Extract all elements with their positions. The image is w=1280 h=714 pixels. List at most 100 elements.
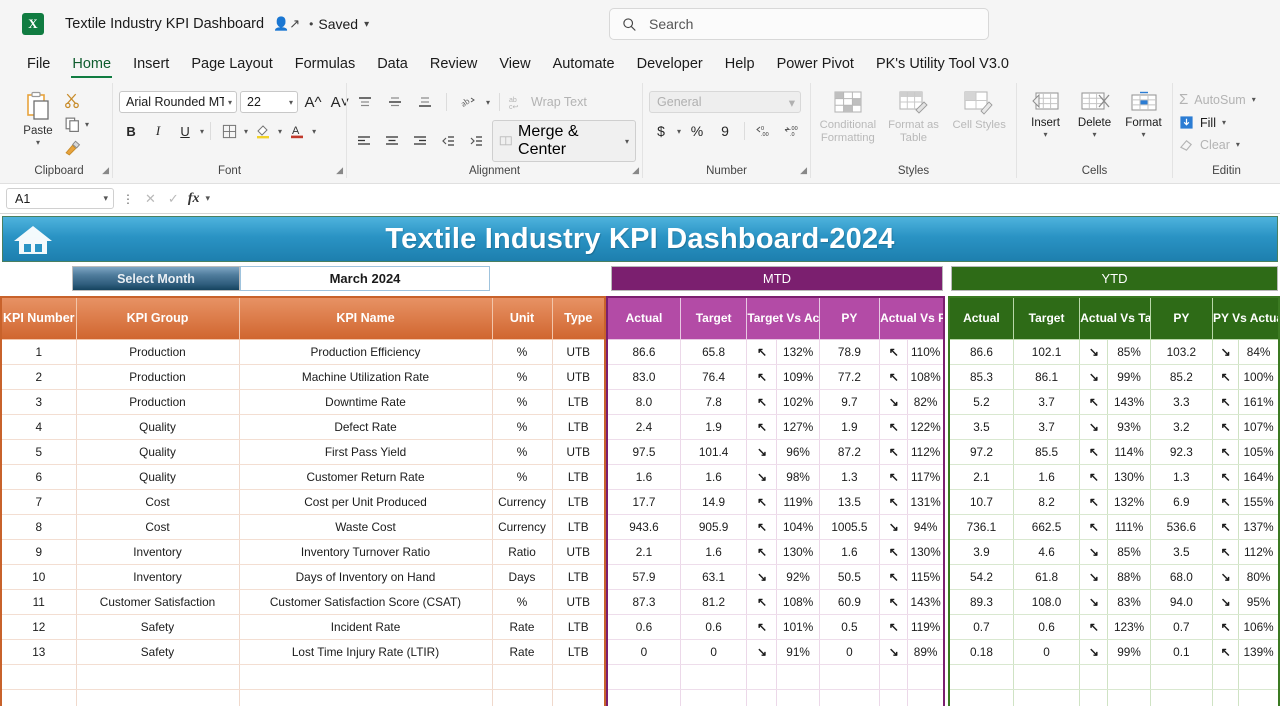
cell-kpi-group[interactable]: Safety [75,639,240,665]
empty-cell[interactable] [491,689,553,706]
cell-mtd-target[interactable]: 0.6 [679,614,748,640]
font-name-input[interactable]: Arial Rounded MT ▾ [119,91,238,113]
table-row[interactable]: 86.6 65.8 ↖ 132% 78.9 ↖ 110% [606,339,945,365]
autosum-chevron-down-icon[interactable]: ▾ [1252,95,1256,104]
cell-mtd-target-vs-actual[interactable]: 98% [776,464,820,490]
table-row[interactable]: 17.7 14.9 ↖ 119% 13.5 ↖ 131% [606,489,945,515]
table-row[interactable]: 12 Safety Incident Rate Rate LTB [0,614,606,640]
table-row[interactable]: 10.7 8.2 ↖ 132% 6.9 ↖ 155% [948,489,1280,515]
cell-ytd-target[interactable]: 8.2 [1012,489,1081,515]
tab-view[interactable]: View [488,52,541,78]
cell-ytd-actual-vs-target[interactable]: 143% [1107,389,1151,415]
cell-kpi-number[interactable]: 11 [0,589,77,615]
cell-ytd-target[interactable]: 102.1 [1012,339,1081,365]
cell-kpi-number[interactable]: 9 [0,539,77,565]
bold-button[interactable]: B [119,120,143,142]
month-selector[interactable]: March 2024 [240,266,490,291]
insert-cells-button[interactable]: Insert ▾ [1023,91,1068,139]
empty-cell[interactable] [746,664,778,690]
cell-unit[interactable]: % [491,439,553,465]
table-row[interactable]: 11 Customer Satisfaction Customer Satisfac… [0,589,606,615]
table-row[interactable]: 85.3 86.1 ↘ 99% 85.2 ↖ 100% [948,364,1280,390]
cell-unit[interactable]: % [491,339,553,365]
cell-type[interactable]: LTB [551,389,606,415]
fill-button[interactable]: Fill ▾ [1179,115,1226,130]
insert-chevron-down-icon[interactable]: ▾ [1044,130,1048,139]
cell-ytd-actual-vs-target[interactable]: 130% [1107,464,1151,490]
tab-pk-utility-tool[interactable]: PK's Utility Tool V3.0 [865,52,1020,78]
check-icon[interactable]: ✓ [165,191,182,207]
align-bottom-button[interactable] [413,91,437,113]
cell-kpi-group[interactable]: Production [75,339,240,365]
empty-cell[interactable] [1238,664,1280,690]
cell-ytd-actual-vs-target[interactable]: 85% [1107,339,1151,365]
cell-mtd-actual[interactable]: 57.9 [606,564,681,590]
empty-cell[interactable] [907,664,945,690]
tab-review[interactable]: Review [419,52,489,78]
cell-mtd-target-vs-actual[interactable]: 96% [776,439,820,465]
cell-type[interactable]: UTB [551,439,606,465]
cell-ytd-py-vs-actual[interactable]: 155% [1238,489,1280,515]
cell-kpi-name[interactable]: Production Efficiency [238,339,493,365]
conditional-formatting-button[interactable]: Conditional Formatting [817,91,879,145]
format-painter-button[interactable] [64,140,89,157]
cell-ytd-actual-vs-target[interactable]: 111% [1107,514,1151,540]
cell-kpi-group[interactable]: Cost [75,514,240,540]
cell-kpi-group[interactable]: Customer Satisfaction [75,589,240,615]
empty-cell[interactable] [879,664,909,690]
cell-kpi-name[interactable]: Waste Cost [238,514,493,540]
cell-mtd-actual-vs-py[interactable]: 112% [907,439,945,465]
table-row[interactable]: 97.5 101.4 ↘ 96% 87.2 ↖ 112% [606,439,945,465]
delete-cells-button[interactable]: Delete ▾ [1072,91,1117,139]
font-color-button[interactable]: A [285,120,309,142]
autosum-button[interactable]: Σ AutoSum ▾ [1179,91,1256,108]
empty-cell[interactable] [679,689,748,706]
cell-ytd-actual[interactable]: 2.1 [948,464,1014,490]
table-row[interactable]: 0.7 0.6 ↖ 123% 0.7 ↖ 106% [948,614,1280,640]
tab-insert[interactable]: Insert [122,52,180,78]
cell-kpi-group[interactable]: Quality [75,464,240,490]
table-row[interactable]: 87.3 81.2 ↖ 108% 60.9 ↖ 143% [606,589,945,615]
borders-button[interactable] [217,120,241,142]
cell-mtd-actual[interactable]: 2.1 [606,539,681,565]
cell-unit[interactable]: Rate [491,639,553,665]
clear-chevron-down-icon[interactable]: ▾ [1236,140,1240,149]
table-row[interactable]: 5.2 3.7 ↖ 143% 3.3 ↖ 161% [948,389,1280,415]
table-row[interactable]: 86.6 102.1 ↘ 85% 103.2 ↘ 84% [948,339,1280,365]
table-row[interactable]: 1.6 1.6 ↘ 98% 1.3 ↖ 117% [606,464,945,490]
table-row[interactable]: 6 Quality Customer Return Rate% LTB [0,464,606,490]
cell-ytd-py-vs-actual[interactable]: 100% [1238,364,1280,390]
empty-cell[interactable] [75,664,240,690]
cell-unit[interactable]: % [491,389,553,415]
table-row[interactable]: 7 Cost Cost per Unit Produced Currency LTB [0,489,606,515]
cell-ytd-py-vs-actual[interactable]: 84% [1238,339,1280,365]
underline-chevron-down-icon[interactable]: ▾ [200,127,204,136]
cell-kpi-number[interactable]: 13 [0,639,77,665]
table-row[interactable]: 89.3 108.0 ↘ 83% 94.0 ↘ 95% [948,589,1280,615]
cell-mtd-target-vs-actual[interactable]: 109% [776,364,820,390]
person-share-icon[interactable]: 👤↗ [273,16,300,32]
cell-mtd-actual-vs-py[interactable]: 89% [907,639,945,665]
cell-mtd-target-vs-actual[interactable]: 91% [776,639,820,665]
cell-mtd-target[interactable]: 0 [679,639,748,665]
cell-mtd-actual-vs-py[interactable]: 131% [907,489,945,515]
cell-ytd-target[interactable]: 86.1 [1012,364,1081,390]
cell-ytd-py-vs-actual[interactable]: 106% [1238,614,1280,640]
table-row[interactable]: 13 Safety Lost Time Injury Rate (LTIR) Rate… [0,639,606,665]
cell-ytd-py[interactable]: 92.3 [1149,439,1214,465]
format-cells-button[interactable]: Format ▾ [1121,91,1166,139]
empty-row[interactable] [0,664,606,690]
cell-mtd-actual[interactable]: 86.6 [606,339,681,365]
table-row[interactable]: 1 Production Production Efficiency% UTB [0,339,606,365]
table-row[interactable]: 8 Cost Waste Cost Currency LTB [0,514,606,540]
clipboard-dialog-launcher[interactable]: ◢ [102,165,109,176]
empty-cell[interactable] [551,664,606,690]
cell-mtd-py[interactable]: 50.5 [818,564,881,590]
table-row[interactable]: 97.2 85.5 ↖ 114% 92.3 ↖ 105% [948,439,1280,465]
table-row[interactable]: 2.4 1.9 ↖ 127% 1.9 ↖ 122% [606,414,945,440]
cell-ytd-py-vs-actual[interactable]: 80% [1238,564,1280,590]
cell-mtd-target[interactable]: 1.6 [679,464,748,490]
empty-cell[interactable] [818,689,881,706]
cell-mtd-actual[interactable]: 2.4 [606,414,681,440]
cell-mtd-actual-vs-py[interactable]: 108% [907,364,945,390]
